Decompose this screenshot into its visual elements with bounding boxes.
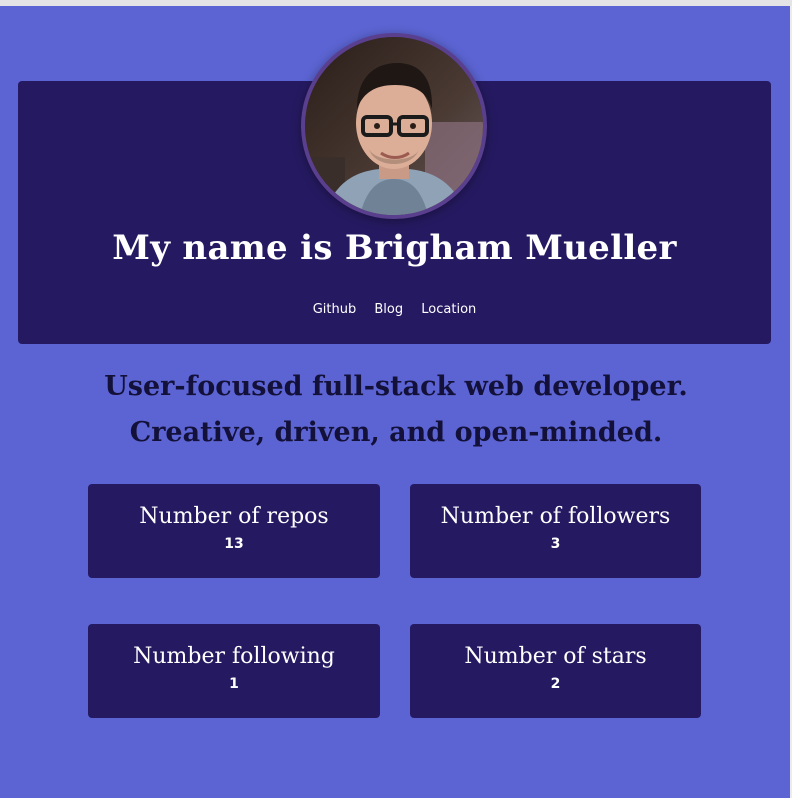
nav-link-location[interactable]: Location [421, 302, 476, 317]
avatar [301, 33, 487, 219]
nav-link-github[interactable]: Github [313, 302, 357, 317]
stat-value: 13 [224, 536, 244, 552]
stat-label: Number of repos [139, 504, 329, 529]
header-nav: Github Blog Location [18, 302, 771, 317]
stat-value: 3 [550, 536, 561, 552]
stat-value: 2 [550, 676, 561, 692]
tagline-line-1: User-focused full-stack web developer. [104, 371, 688, 402]
stat-label: Number of followers [440, 504, 671, 529]
stat-label: Number following [133, 644, 335, 669]
profile-photo-icon [305, 37, 483, 215]
page-title: My name is Brigham Mueller [112, 228, 677, 268]
tagline: User-focused full-stack web developer. C… [0, 364, 792, 456]
stat-value: 1 [229, 676, 239, 692]
tagline-line-2: Creative, driven, and open-minded. [129, 417, 663, 448]
stat-card-repos: Number of repos 13 [88, 484, 380, 578]
stat-card-following: Number following 1 [88, 624, 380, 718]
stat-label: Number of stars [464, 644, 647, 669]
browser-top-strip [0, 0, 792, 6]
stat-card-followers: Number of followers 3 [410, 484, 701, 578]
stat-card-stars: Number of stars 2 [410, 624, 701, 718]
nav-link-blog[interactable]: Blog [374, 302, 403, 317]
